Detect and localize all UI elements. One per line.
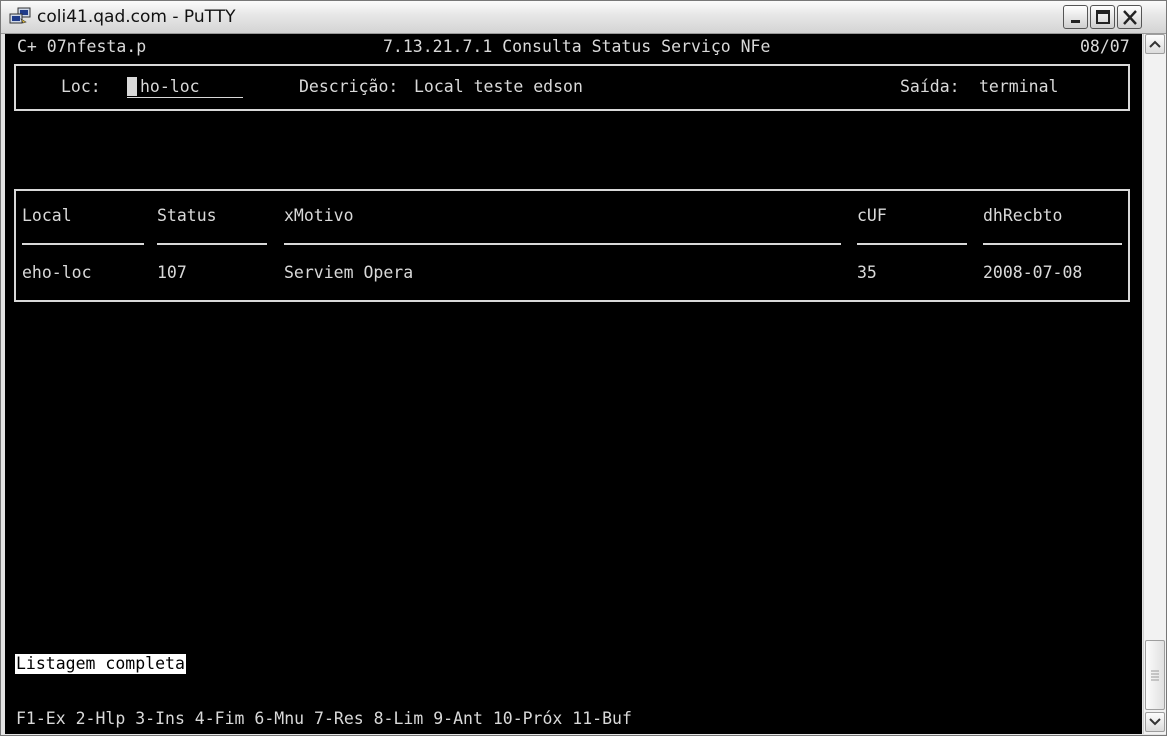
cell-dhrecbto: 2008-07-08 bbox=[983, 263, 1083, 282]
minimize-button[interactable] bbox=[1063, 5, 1088, 29]
function-keys-bar: F1-Ex 2-Hlp 3-Ins 4-Fim 6-Mnu 7-Res 8-Li… bbox=[16, 709, 632, 728]
col-header-status: Status bbox=[157, 206, 217, 225]
screen-date: 08/07 bbox=[1080, 37, 1130, 56]
descricao-label: Descrição: bbox=[299, 77, 399, 96]
maximize-icon bbox=[1096, 10, 1110, 24]
window-title: coli41.qad.com - PuTTY bbox=[37, 7, 236, 27]
terminal-screen[interactable]: C+ 07nfesta.p 7.13.21.7.1 Consulta Statu… bbox=[5, 34, 1142, 734]
loc-input-underline bbox=[127, 97, 243, 98]
arrow-down-icon bbox=[1149, 718, 1161, 726]
vertical-scrollbar[interactable] bbox=[1143, 34, 1166, 734]
text-cursor bbox=[127, 77, 137, 96]
maximize-button[interactable] bbox=[1090, 5, 1115, 29]
loc-input[interactable]: ho-loc bbox=[140, 77, 200, 97]
descricao-value: Local teste edson bbox=[414, 77, 583, 96]
loc-label: Loc: bbox=[61, 77, 101, 96]
col-underline-dhrecbto bbox=[983, 243, 1122, 245]
saida-value: terminal bbox=[979, 77, 1059, 96]
grip-icon bbox=[1151, 670, 1159, 681]
col-underline-cuf bbox=[857, 243, 967, 245]
scroll-thumb[interactable] bbox=[1145, 640, 1165, 710]
saida-label: Saída: bbox=[900, 77, 960, 96]
screen-title: 7.13.21.7.1 Consulta Status Serviço NFe bbox=[383, 37, 771, 56]
col-header-cuf: cUF bbox=[857, 206, 887, 225]
minimize-icon bbox=[1071, 20, 1080, 23]
col-underline-status bbox=[157, 243, 267, 245]
col-header-xmotivo: xMotivo bbox=[284, 206, 354, 225]
scroll-down-button[interactable] bbox=[1145, 712, 1165, 732]
cell-local: eho-loc bbox=[22, 263, 92, 282]
title-bar[interactable]: coli41.qad.com - PuTTY bbox=[1, 1, 1166, 34]
close-button[interactable] bbox=[1117, 5, 1142, 29]
cell-xmotivo: Serviem Opera bbox=[284, 263, 414, 282]
arrow-up-icon bbox=[1149, 40, 1161, 48]
putty-icon[interactable] bbox=[9, 7, 31, 27]
col-header-dhrecbto: dhRecbto bbox=[983, 206, 1063, 225]
putty-window: coli41.qad.com - PuTTY C+ 07nfesta.p 7.1… bbox=[0, 0, 1167, 736]
close-icon bbox=[1123, 10, 1137, 25]
cell-cuf: 35 bbox=[857, 263, 877, 282]
col-header-local: Local bbox=[22, 206, 72, 225]
cell-status: 107 bbox=[157, 263, 187, 282]
col-underline-local bbox=[22, 243, 144, 245]
status-message: Listagem completa bbox=[15, 654, 186, 674]
program-name: C+ 07nfesta.p bbox=[17, 37, 147, 56]
col-underline-xmotivo bbox=[284, 243, 841, 245]
scroll-up-button[interactable] bbox=[1145, 34, 1165, 54]
